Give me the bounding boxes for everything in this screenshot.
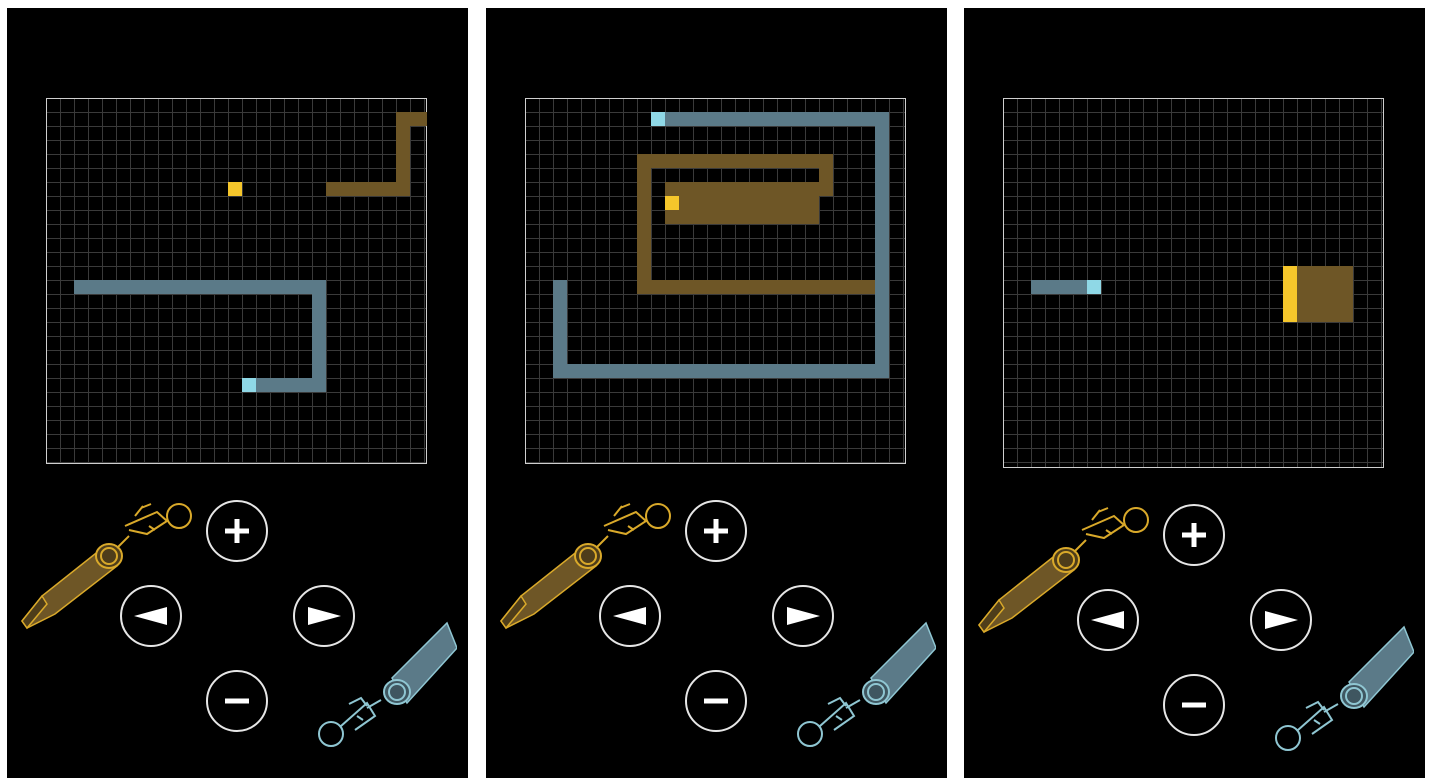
plus-icon bbox=[1182, 523, 1206, 547]
plus-icon bbox=[704, 519, 728, 543]
game-screen-1 bbox=[7, 8, 468, 778]
yellow-cycle-head bbox=[1283, 266, 1297, 322]
yellow-lightcycle-emitter-icon bbox=[21, 503, 192, 630]
game-screen-3 bbox=[964, 8, 1425, 778]
blue-lightcycle-emitter-icon bbox=[318, 621, 457, 747]
arena-svg bbox=[46, 98, 427, 464]
game-screen-2 bbox=[486, 8, 947, 778]
blue-lightcycle-emitter-icon bbox=[797, 621, 936, 747]
minus-icon bbox=[225, 698, 249, 704]
blue-cycle-head bbox=[242, 378, 256, 392]
decelerate-button[interactable] bbox=[685, 670, 747, 732]
blue-cycle-head bbox=[651, 112, 665, 126]
minus-icon bbox=[704, 698, 728, 704]
accelerate-button[interactable] bbox=[1163, 504, 1225, 566]
yellow-cycle-head bbox=[228, 182, 242, 196]
plus-icon bbox=[225, 519, 249, 543]
arena-svg bbox=[525, 98, 906, 464]
blue-cycle-head bbox=[1087, 280, 1101, 294]
arena-svg bbox=[1003, 98, 1384, 468]
arena-grid bbox=[1003, 98, 1384, 468]
yellow-cycle-head bbox=[665, 196, 679, 210]
yellow-lightcycle-emitter-icon bbox=[500, 503, 671, 630]
arena-grid bbox=[46, 98, 427, 464]
minus-icon bbox=[1182, 702, 1206, 708]
yellow-trail-block bbox=[707, 210, 819, 224]
accelerate-button[interactable] bbox=[685, 500, 747, 562]
accelerate-button[interactable] bbox=[206, 500, 268, 562]
arena-grid bbox=[525, 98, 906, 464]
decelerate-button[interactable] bbox=[1163, 674, 1225, 736]
blue-lightcycle-emitter-icon bbox=[1275, 625, 1414, 751]
yellow-lightcycle-emitter-icon bbox=[978, 507, 1149, 634]
decelerate-button[interactable] bbox=[206, 670, 268, 732]
